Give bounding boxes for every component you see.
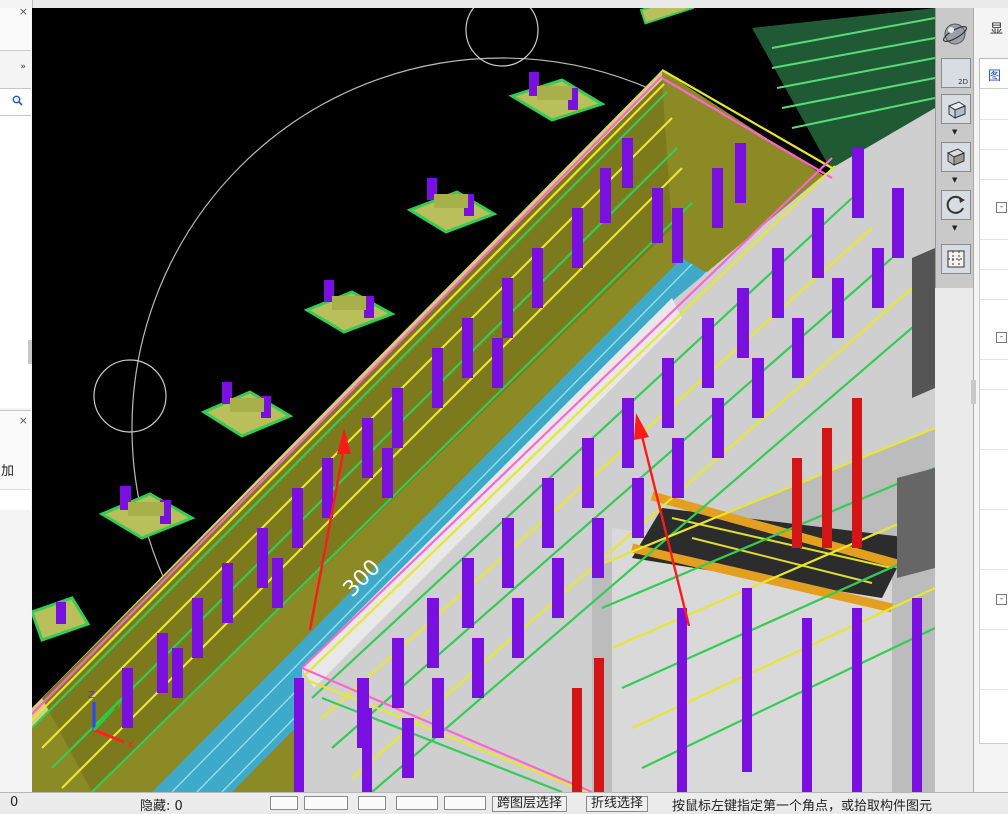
command-hint: 按鼠标左键指定第一个角点，或拾取构件图元 bbox=[672, 799, 933, 814]
close-icon[interactable]: × bbox=[19, 5, 28, 18]
chevron-down-icon[interactable]: ▼ bbox=[952, 128, 957, 136]
collapse-toggle[interactable]: - bbox=[996, 202, 1007, 213]
view-2d-label: 2D bbox=[958, 78, 968, 86]
orbit-handle-left bbox=[93, 359, 167, 433]
table-row bbox=[980, 119, 1008, 120]
properties-panel: × 加 bbox=[0, 410, 31, 510]
table-row bbox=[980, 689, 1008, 690]
add-toggle-button[interactable] bbox=[444, 796, 486, 810]
search-input[interactable] bbox=[0, 88, 31, 116]
collapse-toggle[interactable]: - bbox=[996, 332, 1007, 343]
panel-title: 显 bbox=[990, 22, 1004, 37]
footing bbox=[639, 8, 695, 25]
view-2d-button[interactable]: 2D bbox=[941, 58, 971, 88]
orbit-handle-top bbox=[465, 8, 539, 67]
cross-toggle-button[interactable] bbox=[358, 796, 386, 810]
footing bbox=[406, 178, 498, 234]
table-row bbox=[980, 569, 1008, 570]
tab-label: 图 bbox=[988, 69, 1002, 84]
table-row bbox=[980, 269, 1008, 270]
right-panel: 显 图 - - - bbox=[973, 8, 1008, 792]
ortho-toggle-button[interactable] bbox=[270, 796, 298, 810]
add-label[interactable]: 加 bbox=[1, 460, 14, 479]
collapse-toggle[interactable]: - bbox=[996, 594, 1007, 605]
table-row bbox=[980, 389, 1008, 390]
table-row bbox=[980, 509, 1008, 510]
orbit-sphere-icon[interactable] bbox=[941, 20, 969, 48]
close-icon[interactable]: × bbox=[19, 414, 28, 427]
footing bbox=[508, 72, 606, 122]
3d-viewport[interactable]: 300 Z X Y bbox=[32, 8, 935, 792]
footing bbox=[303, 280, 396, 334]
left-panel-header: × bbox=[0, 5, 31, 51]
tab-layer[interactable]: 图 bbox=[979, 58, 1008, 89]
cross-layer-select-button[interactable]: 跨图层选择 bbox=[492, 796, 568, 812]
table-row bbox=[980, 359, 1008, 360]
rotate-icon[interactable] bbox=[941, 190, 971, 220]
component-list[interactable] bbox=[0, 116, 31, 408]
expand-icon[interactable]: » bbox=[20, 62, 26, 72]
svg-text:Z: Z bbox=[88, 690, 95, 701]
box-view-icon[interactable] bbox=[941, 142, 971, 172]
table-row bbox=[980, 149, 1008, 150]
status-count: 0 bbox=[10, 795, 19, 810]
properties-body bbox=[0, 489, 31, 510]
right-panel-resize-handle[interactable] bbox=[971, 380, 976, 404]
view-navigation-toolbar: 2D ▼ ▼ ▼ bbox=[935, 8, 974, 288]
grid-select-icon[interactable] bbox=[941, 244, 971, 274]
3d-cube-icon[interactable] bbox=[941, 94, 971, 124]
snap-toggle-button[interactable] bbox=[304, 796, 348, 810]
table-row bbox=[980, 179, 1008, 180]
table-row bbox=[980, 629, 1008, 630]
search-icon[interactable] bbox=[12, 95, 23, 106]
svg-text:Y: Y bbox=[115, 700, 123, 711]
table-row bbox=[980, 239, 1008, 240]
table-row bbox=[980, 449, 1008, 450]
footing bbox=[200, 382, 294, 438]
properties-table[interactable] bbox=[979, 88, 1008, 744]
footing bbox=[98, 486, 196, 540]
hidden-count: 隐藏: 0 bbox=[140, 799, 183, 814]
chevron-down-icon[interactable]: ▼ bbox=[952, 176, 957, 184]
chevron-down-icon[interactable]: ▼ bbox=[952, 224, 957, 232]
left-panel: × » × 加 bbox=[0, 0, 33, 792]
angle-toggle-button[interactable] bbox=[396, 796, 438, 810]
svg-text:X: X bbox=[127, 740, 134, 751]
status-bar: 0 隐藏: 0 跨图层选择 折线选择 按鼠标左键指定第一个角点，或拾取构件图元 bbox=[0, 792, 1008, 814]
polyline-select-button[interactable]: 折线选择 bbox=[586, 796, 649, 812]
table-row bbox=[980, 299, 1008, 300]
footing bbox=[32, 596, 91, 642]
